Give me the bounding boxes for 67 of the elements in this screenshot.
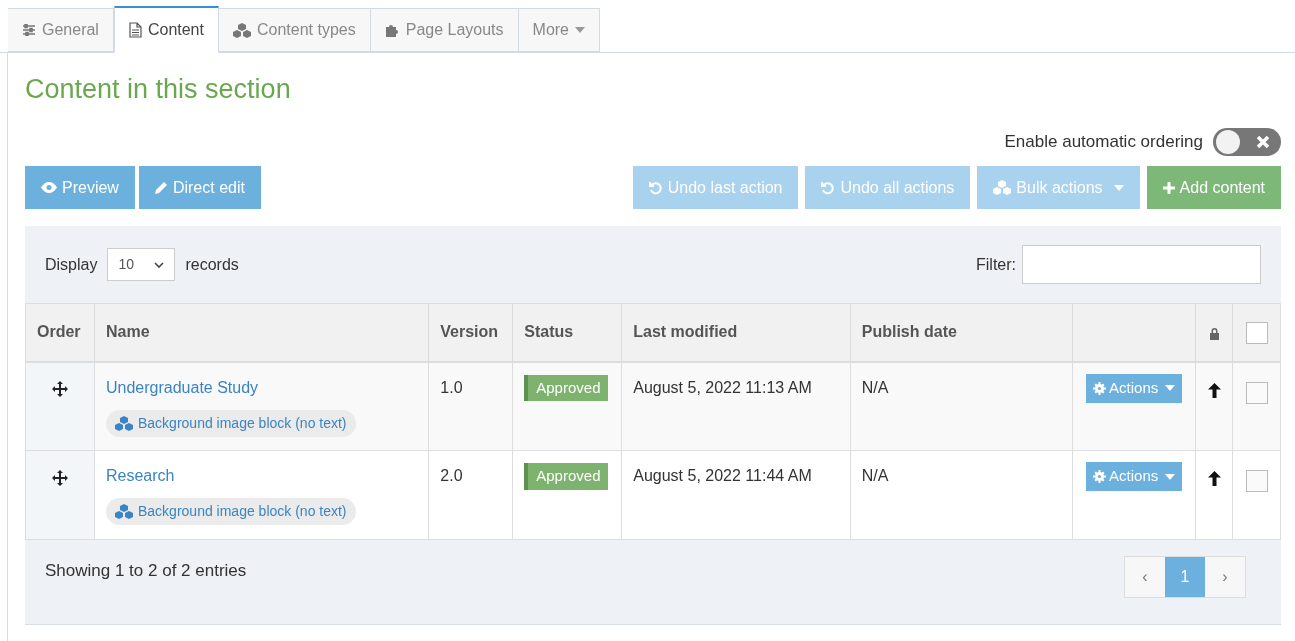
checkbox[interactable]: [1245, 322, 1268, 344]
toggle-label: Enable automatic ordering: [1004, 131, 1203, 154]
button[interactable]: Preview: [25, 166, 135, 209]
cubes-icon: [232, 22, 251, 38]
date-text: N/A: [861, 467, 889, 484]
tab[interactable]: Page Layouts: [370, 8, 519, 52]
actions-button[interactable]: Actions: [1086, 462, 1183, 491]
close-icon: [1257, 136, 1269, 148]
document-icon: [128, 22, 142, 38]
button[interactable]: Direct edit: [138, 166, 261, 209]
lock-icon: [1208, 326, 1220, 340]
chevron-down-icon: [154, 261, 165, 268]
puzzle-icon: [384, 22, 400, 38]
filter-field[interactable]: [1022, 245, 1261, 284]
arrow-up-icon[interactable]: [1207, 382, 1221, 398]
caret-icon: [1165, 385, 1176, 391]
block-tag[interactable]: Background image block (no text): [106, 498, 356, 525]
tab[interactable]: Content types: [218, 8, 371, 52]
move-icon[interactable]: [52, 469, 68, 486]
page-button[interactable]: 1: [1165, 557, 1205, 597]
date-text: August 5, 2022 11:44 AM: [633, 467, 812, 484]
version-text: 2.0: [440, 467, 463, 484]
cubes-icon: [115, 504, 133, 519]
display-label: Display: [45, 254, 98, 275]
entries-summary: Showing 1 to 2 of 2 entries: [45, 560, 247, 582]
caret-icon: [1165, 473, 1176, 480]
records-label: records: [185, 254, 239, 275]
date-text: August 5, 2022 11:13 AM: [633, 378, 812, 396]
arrow-up-icon[interactable]: [1207, 471, 1221, 487]
gear-icon: [1093, 470, 1107, 483]
cubes-icon: [115, 415, 133, 431]
filter-label: Filter:: [976, 254, 1016, 275]
next-page-button[interactable]: ›: [1205, 557, 1245, 597]
version-text: 1.0: [440, 378, 463, 396]
column-header: Name: [106, 323, 150, 341]
caret-icon: [1113, 184, 1124, 191]
eye-icon: [41, 182, 57, 193]
tab[interactable]: Content: [113, 6, 219, 53]
date-text: N/A: [861, 378, 889, 396]
status-badge: Approved: [524, 463, 609, 490]
checkbox[interactable]: [1245, 381, 1268, 404]
block-tag[interactable]: Background image block (no text): [106, 409, 356, 437]
column-header: Order: [37, 323, 81, 341]
gear-icon: [1093, 381, 1107, 395]
pencil-icon: [154, 181, 168, 194]
plus-icon: [1162, 181, 1175, 194]
button[interactable]: Add content: [1146, 166, 1281, 209]
sliders-icon: [22, 24, 36, 36]
status-badge: Approved: [524, 374, 609, 401]
toggle-switch[interactable]: [1213, 128, 1281, 156]
records-select[interactable]: 10: [107, 248, 176, 281]
tab[interactable]: General: [8, 8, 114, 52]
cubes-icon: [993, 180, 1012, 195]
column-header: Version: [440, 323, 499, 341]
checkbox[interactable]: [1245, 470, 1268, 492]
column-header: Status: [524, 323, 574, 341]
undo-icon: [648, 180, 663, 195]
move-icon[interactable]: [52, 381, 68, 398]
undo-icon: [821, 180, 836, 195]
column-header: Publish date: [861, 323, 957, 341]
section-heading: Content in this section: [25, 73, 292, 105]
content-link[interactable]: Research: [106, 464, 418, 488]
content-link[interactable]: Undergraduate Study: [106, 375, 418, 400]
tab[interactable]: More: [518, 8, 600, 52]
column-header: Last modified: [633, 323, 738, 341]
previous-page-button[interactable]: ‹: [1125, 557, 1165, 597]
actions-button[interactable]: Actions: [1086, 373, 1183, 403]
